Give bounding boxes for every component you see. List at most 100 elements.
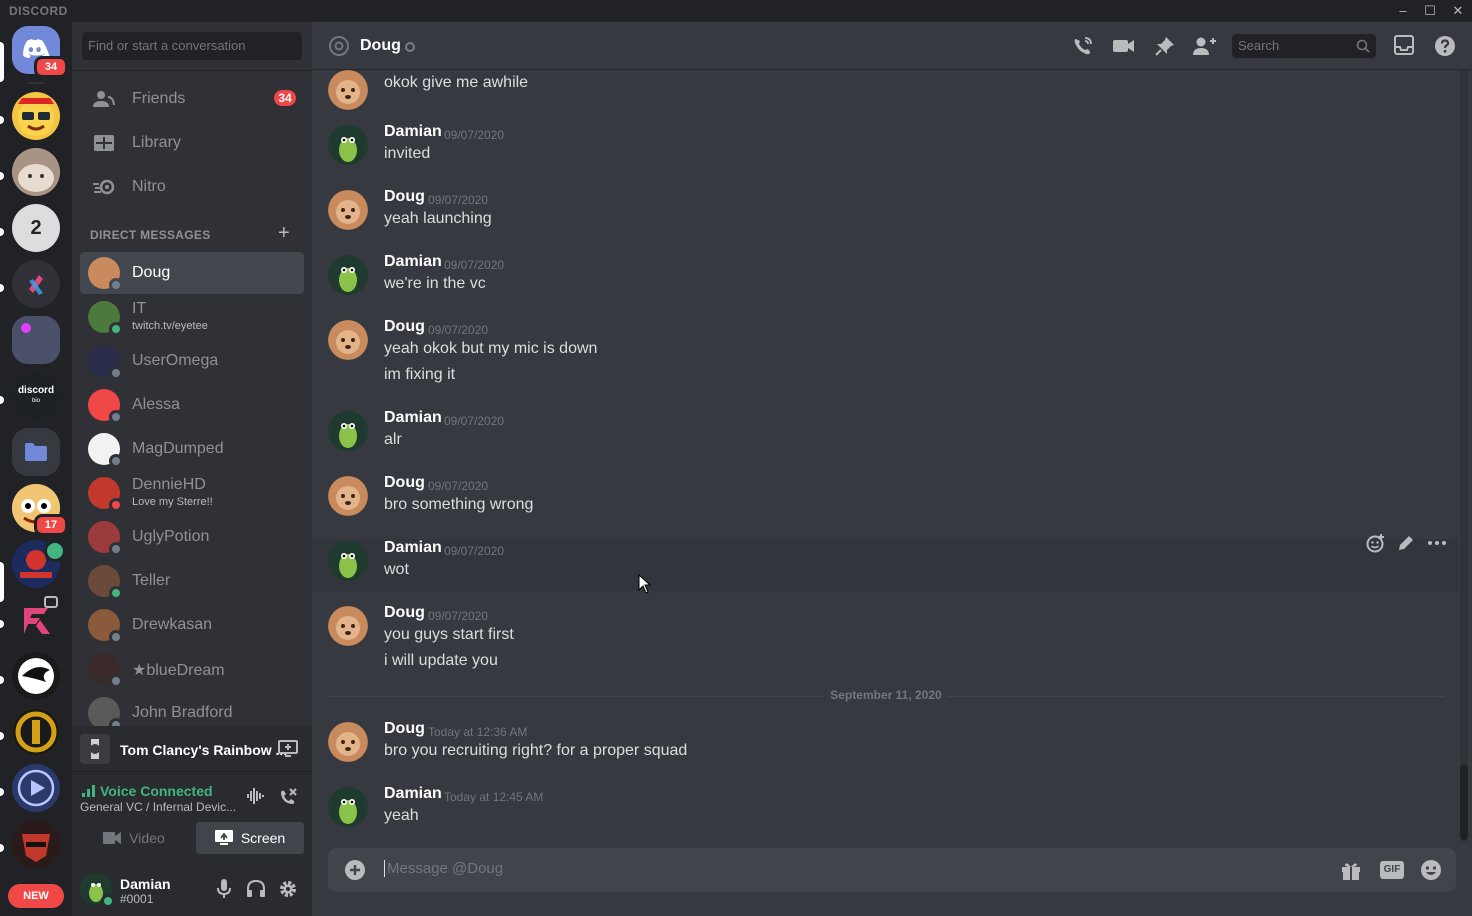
upload-plus-icon[interactable] [344, 859, 366, 886]
message-timestamp[interactable]: 09/07/2020 [428, 323, 488, 337]
find-conversation-button[interactable]: Find or start a conversation [82, 32, 302, 60]
message-group[interactable]: Damian 09/07/2020 invited [328, 123, 1454, 175]
dm-item-10[interactable]: ★blueDream [80, 648, 304, 690]
server-icon-d[interactable] [12, 260, 60, 308]
emoji-picker-icon[interactable] [1420, 859, 1442, 886]
header-search-input[interactable]: Search [1232, 34, 1376, 58]
dm-item-2[interactable]: IT twitch.tv/eyetee [80, 296, 304, 338]
doug-avatar[interactable] [328, 722, 368, 762]
gift-icon[interactable] [1340, 859, 1362, 886]
dm-item-3[interactable]: UserOmega [80, 340, 304, 382]
message-group[interactable]: Doug 09/07/2020 yeah launching [328, 188, 1454, 240]
close-button[interactable]: ✕ [1444, 0, 1472, 22]
message-timestamp[interactable]: 09/07/2020 [428, 193, 488, 207]
nav-library[interactable]: Library [80, 122, 304, 164]
damian-avatar[interactable] [328, 411, 368, 451]
message-timestamp[interactable]: 09/07/2020 [444, 414, 504, 428]
create-dm-button[interactable]: + [278, 223, 290, 243]
doug-avatar[interactable] [328, 320, 368, 360]
message-timestamp[interactable]: 09/07/2020 [428, 609, 488, 623]
message-author[interactable]: Damian [384, 409, 442, 427]
headphones-icon[interactable] [246, 879, 266, 904]
server-icon-b[interactable] [12, 148, 60, 196]
message-group[interactable]: Damian 09/07/2020 wot [312, 534, 1458, 591]
message-group[interactable]: Damian Today at 12:45 AM yeah [328, 785, 1454, 837]
message-timestamp[interactable]: 09/07/2020 [444, 544, 504, 558]
message-group[interactable]: Doug 09/07/2020 you guys start first i will… [328, 604, 1454, 682]
server-icon-e[interactable] [12, 316, 60, 364]
doug-avatar[interactable] [328, 606, 368, 646]
damian-avatar[interactable] [328, 541, 368, 581]
scrollbar-thumb[interactable] [1460, 764, 1468, 840]
microphone-icon[interactable] [216, 879, 232, 904]
dm-item-1[interactable]: Doug [80, 252, 304, 294]
start-video-call-icon[interactable] [1112, 35, 1136, 62]
message-group[interactable]: Doug Today at 12:36 AM bro you recruiting … [328, 720, 1454, 772]
server-icon-j[interactable] [12, 652, 60, 700]
message-group[interactable]: Doug 09/07/2020 bro something wrong [328, 474, 1454, 526]
voice-status[interactable]: Voice Connected [100, 783, 213, 799]
doug-avatar[interactable] [328, 70, 368, 110]
message-composer[interactable]: Message @Doug GIF [328, 848, 1456, 892]
damian-avatar[interactable] [328, 787, 368, 827]
help-icon[interactable] [1434, 35, 1456, 62]
gif-picker-button[interactable]: GIF [1380, 861, 1404, 879]
start-voice-call-icon[interactable] [1072, 35, 1094, 62]
message-timestamp[interactable]: Today at 12:45 AM [444, 790, 543, 804]
message-timestamp[interactable]: 09/07/2020 [444, 258, 504, 272]
damian-avatar[interactable] [328, 125, 368, 165]
message-input[interactable]: Message @Doug [384, 860, 503, 877]
server-icon-m[interactable] [12, 820, 60, 868]
dm-item-5[interactable]: MagDumped [80, 428, 304, 470]
damian-avatar[interactable] [328, 255, 368, 295]
message-author[interactable]: Doug [384, 188, 425, 206]
dm-item-6[interactable]: DennieHD Love my Sterre!! [80, 472, 304, 514]
nav-friends[interactable]: Friends 34 [80, 78, 304, 120]
pinned-messages-icon[interactable] [1154, 35, 1176, 62]
message-timestamp[interactable]: 09/07/2020 [444, 128, 504, 142]
message-group[interactable]: Doug 09/07/2020 yeah okok but my mic is do… [328, 318, 1454, 396]
message-author[interactable]: Damian [384, 253, 442, 271]
server-icon-a[interactable] [12, 92, 60, 140]
message-author[interactable]: Doug [384, 604, 425, 622]
maximize-button[interactable]: ☐ [1416, 0, 1444, 22]
new-mentions-pill[interactable]: NEW [8, 884, 64, 908]
message-group[interactable]: Damian 09/07/2020 alr [328, 409, 1454, 461]
disconnect-icon[interactable] [278, 787, 298, 812]
doug-avatar[interactable] [328, 476, 368, 516]
dm-item-4[interactable]: Alessa [80, 384, 304, 426]
dm-item-8[interactable]: Teller [80, 560, 304, 602]
message-group[interactable]: Damian 09/07/2020 we're in the vc [328, 253, 1454, 305]
message-author[interactable]: Doug [384, 318, 425, 336]
server-folder[interactable] [12, 428, 60, 476]
inbox-icon[interactable] [1394, 35, 1414, 60]
message-author[interactable]: Damian [384, 539, 442, 557]
nav-nitro[interactable]: Nitro [80, 166, 304, 208]
screen-share-button[interactable]: Screen [196, 822, 304, 854]
message-author[interactable]: Damian [384, 785, 442, 803]
go-live-icon[interactable] [278, 740, 298, 763]
message-author[interactable]: Damian [384, 123, 442, 141]
message-timestamp[interactable]: Today at 12:36 AM [428, 725, 527, 739]
settings-gear-icon[interactable] [278, 879, 298, 904]
doug-avatar[interactable] [328, 190, 368, 230]
dm-item-9[interactable]: Drewkasan [80, 604, 304, 646]
message-author[interactable]: Doug [384, 474, 425, 492]
add-friends-to-dm-icon[interactable] [1192, 35, 1218, 62]
add-reaction-icon[interactable] [1366, 533, 1386, 558]
message-timestamp[interactable]: 09/07/2020 [428, 479, 488, 493]
server-icon-f[interactable]: discord bio [12, 372, 60, 420]
message-author[interactable]: Doug [384, 720, 425, 738]
server-icon-c[interactable]: 2 [12, 204, 60, 252]
message-group[interactable]: okok give me awhile [328, 68, 1454, 120]
server-icon-k[interactable] [12, 708, 60, 756]
message-scrollbar[interactable] [1460, 70, 1468, 842]
minimize-button[interactable]: – [1389, 0, 1417, 22]
edit-pencil-icon[interactable] [1396, 533, 1416, 558]
dm-item-7[interactable]: UglyPotion [80, 516, 304, 558]
more-options-icon[interactable] [1426, 533, 1448, 558]
voice-channel[interactable]: General VC / Infernal Devic... [80, 800, 236, 814]
noise-suppression-icon[interactable] [246, 787, 264, 810]
video-button[interactable]: Video [80, 822, 188, 854]
server-icon-l[interactable] [12, 764, 60, 812]
